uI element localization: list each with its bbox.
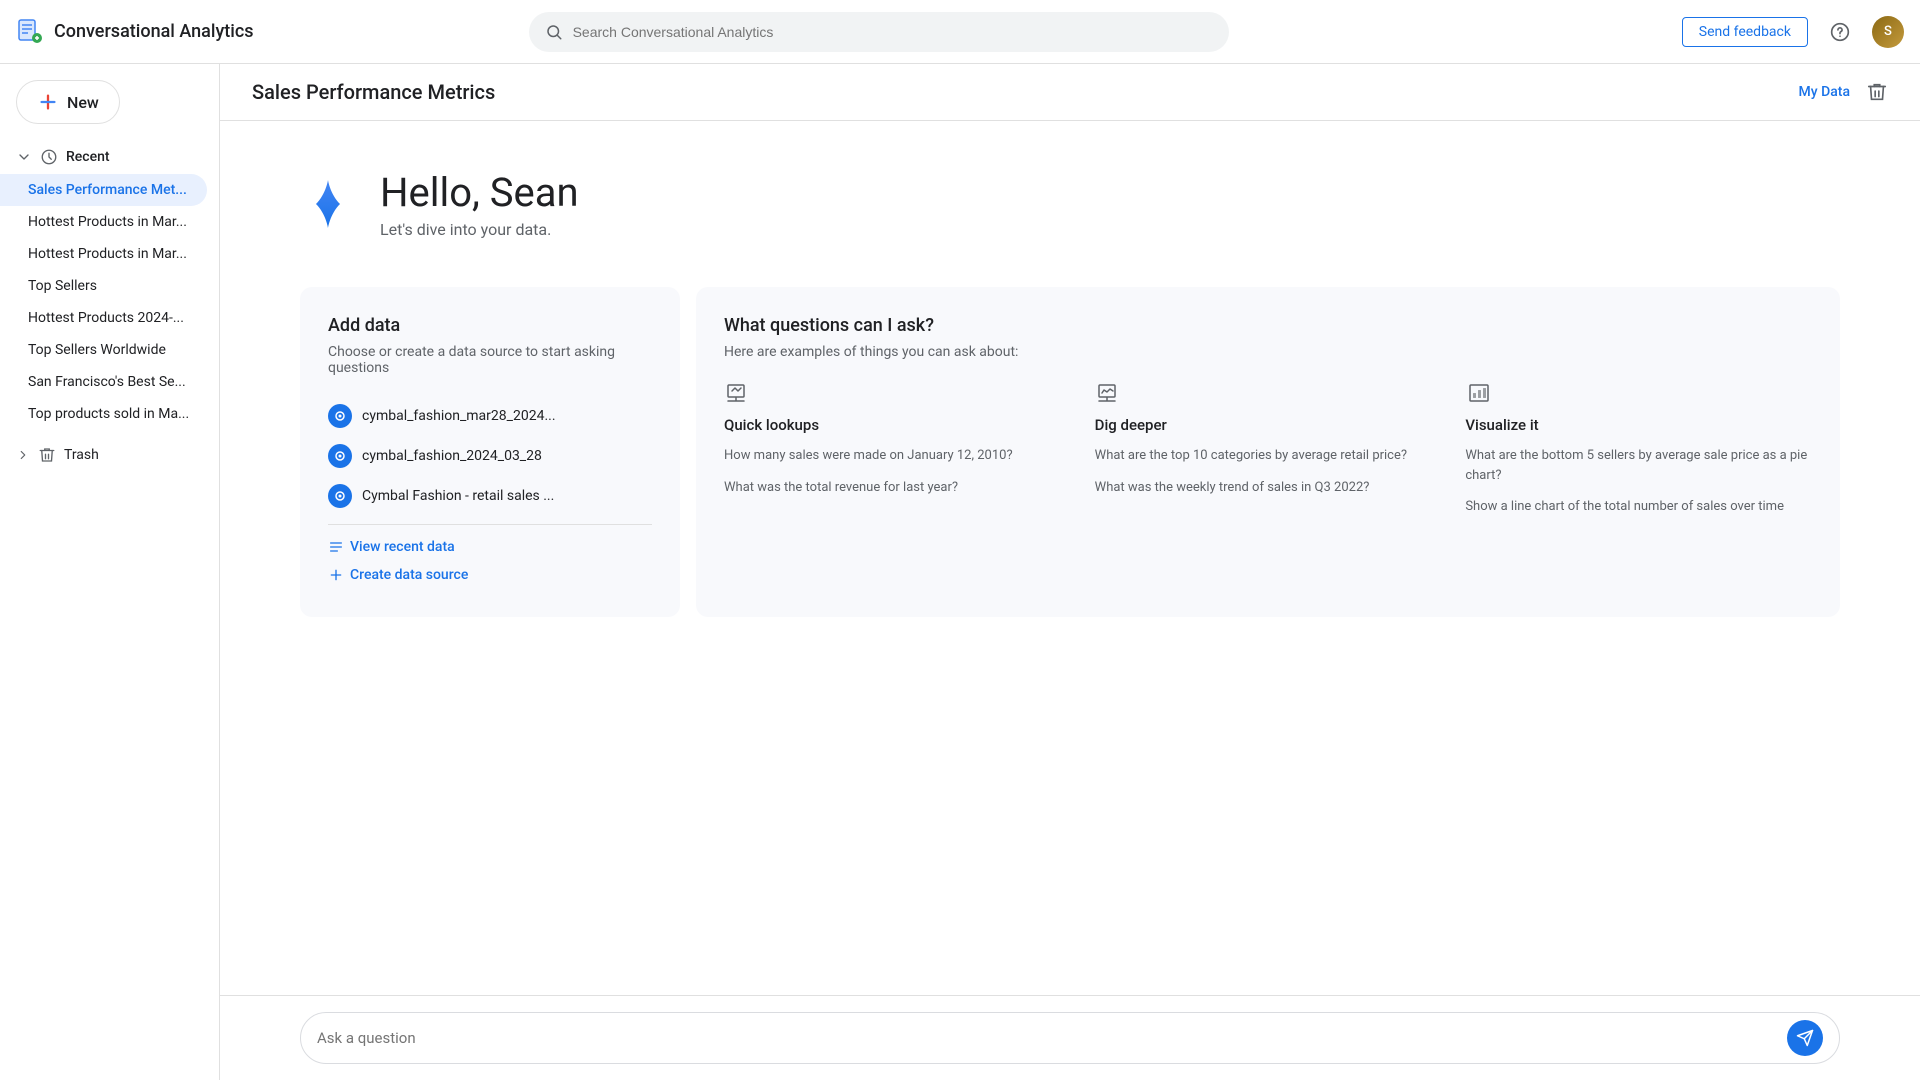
sidebar-item-1[interactable]: Hottest Products in Mar... (0, 206, 207, 238)
search-icon (545, 23, 563, 41)
ask-input-container (300, 1012, 1840, 1064)
trash-item[interactable]: Trash (0, 438, 219, 472)
trash-label: Trash (64, 447, 99, 463)
greeting-title: Hello, Sean (380, 169, 579, 216)
quick-lookup-icon (724, 380, 752, 408)
recent-label: Recent (66, 149, 110, 165)
dig-deeper-example-1: What was the weekly trend of sales in Q3… (1095, 478, 1442, 498)
app-logo: Conversational Analytics (16, 18, 296, 46)
header-actions: Send feedback S (1682, 12, 1904, 52)
new-button[interactable]: New (16, 80, 120, 124)
visualize-example-1: Show a line chart of the total number of… (1465, 497, 1812, 517)
data-source-1[interactable]: cymbal_fashion_2024_03_28 (328, 436, 652, 476)
main-header-actions: My Data (1799, 81, 1888, 103)
app-name: Conversational Analytics (54, 21, 254, 42)
send-button[interactable] (1787, 1020, 1823, 1056)
app-logo-icon (16, 18, 44, 46)
user-avatar[interactable]: S (1872, 16, 1904, 48)
create-data-source-link[interactable]: Create data source (328, 561, 652, 589)
data-source-icon-1 (328, 444, 352, 468)
main-content: Sales Performance Metrics My Data (220, 64, 1920, 1080)
quick-lookup-example-0: How many sales were made on January 12, … (724, 446, 1071, 466)
quick-lookup-example-1: What was the total revenue for last year… (724, 478, 1071, 498)
delete-button[interactable] (1866, 81, 1888, 103)
dig-deeper-example-0: What are the top 10 categories by averag… (1095, 446, 1442, 466)
sidebar: New Recent Sales Performance Met... Hott… (0, 64, 220, 1080)
quick-lookup-heading: Quick lookups (724, 416, 1071, 434)
help-icon (1830, 22, 1850, 42)
list-icon (328, 539, 344, 555)
trash-icon (38, 446, 56, 464)
page-title: Sales Performance Metrics (252, 80, 495, 104)
clock-icon (40, 148, 58, 166)
search-box (529, 12, 1229, 52)
help-button[interactable] (1820, 12, 1860, 52)
search-input[interactable] (573, 24, 1213, 40)
chevron-down-icon (16, 149, 32, 165)
ask-question-input[interactable] (317, 1029, 1777, 1047)
visualize-icon (1465, 380, 1493, 408)
data-source-icon-2 (328, 484, 352, 508)
cards-row: Add data Choose or create a data source … (300, 287, 1840, 617)
question-col-1: Dig deeper What are the top 10 categorie… (1095, 380, 1442, 529)
sidebar-item-4[interactable]: Hottest Products 2024-... (0, 302, 207, 334)
send-icon (1796, 1029, 1814, 1047)
gemini-star-icon (300, 176, 356, 232)
data-source-2[interactable]: Cymbal Fashion - retail sales ... (328, 476, 652, 516)
app-body: New Recent Sales Performance Met... Hott… (0, 64, 1920, 1080)
content-area: Hello, Sean Let's dive into your data. A… (220, 121, 1920, 1080)
search-container (529, 12, 1229, 52)
my-data-link[interactable]: My Data (1799, 84, 1850, 100)
add-data-card: Add data Choose or create a data source … (300, 287, 680, 617)
sidebar-item-5[interactable]: Top Sellers Worldwide (0, 334, 207, 366)
sidebar-item-0[interactable]: Sales Performance Met... (0, 174, 207, 206)
greeting-text: Hello, Sean Let's dive into your data. (380, 169, 579, 239)
data-source-0[interactable]: cymbal_fashion_mar28_2024... (328, 396, 652, 436)
sidebar-item-3[interactable]: Top Sellers (0, 270, 207, 302)
add-icon (328, 567, 344, 583)
delete-icon (1866, 81, 1888, 103)
app-header: Conversational Analytics Send feedback S (0, 0, 1920, 64)
dig-deeper-icon (1095, 380, 1123, 408)
questions-subtitle: Here are examples of things you can ask … (724, 344, 1812, 360)
sidebar-item-6[interactable]: San Francisco's Best Se... (0, 366, 207, 398)
data-source-icon-0 (328, 404, 352, 428)
sidebar-item-7[interactable]: Top products sold in Ma... (0, 398, 207, 430)
plus-icon (37, 91, 59, 113)
questions-title: What questions can I ask? (724, 315, 1812, 336)
questions-grid: Quick lookups How many sales were made o… (724, 380, 1812, 529)
main-page-header: Sales Performance Metrics My Data (220, 64, 1920, 121)
add-data-subtitle: Choose or create a data source to start … (328, 344, 652, 376)
greeting-subtitle: Let's dive into your data. (380, 220, 579, 239)
question-col-2: Visualize it What are the bottom 5 selle… (1465, 380, 1812, 529)
dig-deeper-heading: Dig deeper (1095, 416, 1442, 434)
send-feedback-button[interactable]: Send feedback (1682, 17, 1808, 47)
recent-section-header[interactable]: Recent (0, 140, 219, 174)
sidebar-item-2[interactable]: Hottest Products in Mar... (0, 238, 207, 270)
question-col-0: Quick lookups How many sales were made o… (724, 380, 1071, 529)
bottom-bar (220, 995, 1920, 1080)
visualize-heading: Visualize it (1465, 416, 1812, 434)
chevron-right-icon (16, 448, 30, 462)
questions-card: What questions can I ask? Here are examp… (696, 287, 1840, 617)
add-data-title: Add data (328, 315, 652, 336)
visualize-example-0: What are the bottom 5 sellers by average… (1465, 446, 1812, 485)
greeting-section: Hello, Sean Let's dive into your data. (300, 169, 1840, 239)
view-recent-data-link[interactable]: View recent data (328, 533, 652, 561)
